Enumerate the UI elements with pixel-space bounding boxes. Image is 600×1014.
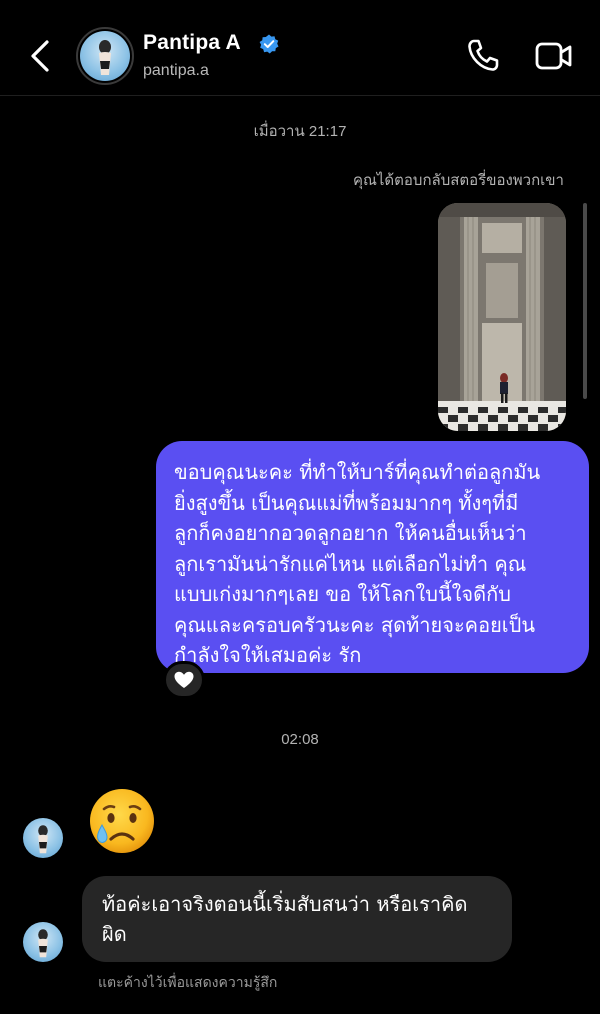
contact-username: pantipa.a: [143, 62, 209, 79]
verified-badge-icon: [259, 34, 279, 54]
reaction-hint: แตะค้างไว้เพื่อแสดงความรู้สึก: [98, 975, 278, 991]
received-message-bubble[interactable]: ท้อค่ะเอาจริงตอนนี้เริ่มสับสนว่า หรือเรา…: [82, 876, 512, 962]
video-camera-icon: [535, 42, 572, 70]
chat-header: Pantipa A pantipa.a: [0, 0, 600, 96]
phone-icon: [468, 39, 499, 71]
message-line: คุณและครอบครัวนะคะ สุดท้ายจะคอยเป็น: [174, 612, 535, 637]
message-line: ขอบคุณนะคะ ที่ทำให้บาร์ที่คุณทำต่อลูกมัน: [174, 460, 541, 484]
heart-icon: [174, 671, 194, 688]
crying-face-emoji[interactable]: [86, 785, 158, 857]
scrollbar[interactable]: [583, 203, 587, 399]
message-line: ลูกเรามันน่ารักแค่ไหน แต่เลือกไม่ทำ คุณ: [174, 551, 527, 576]
contact-avatar-small[interactable]: [23, 818, 63, 858]
contact-avatar[interactable]: [76, 27, 134, 85]
replied-story-image[interactable]: [438, 203, 566, 431]
audio-call-button[interactable]: [466, 38, 500, 74]
back-button[interactable]: [26, 34, 56, 78]
message-line: ยิ่งสูงขึ้น เป็นคุณแม่ที่พร้อมมากๆ ทั้งๆ…: [174, 490, 519, 515]
chevron-left-icon: [31, 40, 49, 72]
message-timestamp: 02:08: [281, 731, 319, 748]
story-reply-note: คุณได้ตอบกลับสตอรี่ของพวกเขา: [352, 171, 564, 189]
message-line: แบบเก่งมากๆเลย ขอ ให้โลกใบนี้ใจดีกับ: [174, 582, 511, 606]
video-call-button[interactable]: [535, 40, 573, 72]
message-line: ท้อค่ะเอาจริงตอนนี้เริ่มสับสนว่า หรือเรา…: [102, 892, 468, 916]
heart-reaction[interactable]: [163, 661, 205, 699]
message-line: ผิด: [102, 922, 127, 946]
message-timestamp: เมื่อวาน 21:17: [253, 123, 347, 140]
sent-message-bubble[interactable]: ขอบคุณนะคะ ที่ทำให้บาร์ที่คุณทำต่อลูกมัน…: [156, 441, 589, 673]
message-line: กำลังใจให้เสมอค่ะ รัก: [174, 643, 362, 667]
contact-name[interactable]: Pantipa A: [143, 31, 241, 55]
contact-avatar-small[interactable]: [23, 922, 63, 962]
message-line: ลูกก็คงอยากอวดลูกอยาก ให้คนอื่นเห็นว่า: [174, 521, 527, 545]
